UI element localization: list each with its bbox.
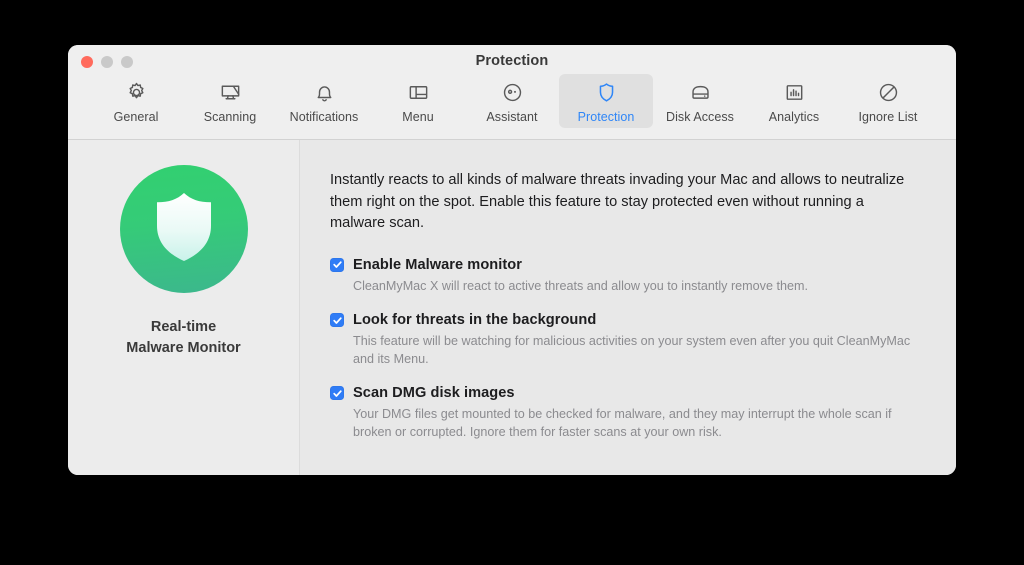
tab-menu[interactable]: Menu: [371, 74, 465, 128]
option-description: CleanMyMac X will react to active threat…: [353, 278, 808, 293]
prohibition-icon: [877, 79, 900, 105]
option-label: Look for threats in the background: [353, 312, 597, 328]
toolbar: General Scanning Notifications Menu Assi…: [68, 74, 956, 128]
content-pane: Instantly reacts to all kinds of malware…: [300, 140, 956, 475]
tab-ignore-list[interactable]: Ignore List: [841, 74, 935, 128]
tab-assistant[interactable]: Assistant: [465, 74, 559, 128]
tab-analytics[interactable]: Analytics: [747, 74, 841, 128]
option-description: This feature will be watching for malici…: [353, 334, 911, 366]
option-enable-malware-monitor: Enable Malware monitor CleanMyMac X will…: [330, 257, 922, 296]
intro-text: Instantly reacts to all kinds of malware…: [330, 172, 905, 231]
option-label: Enable Malware monitor: [353, 256, 522, 273]
monitor-scan-icon: [219, 79, 242, 105]
preferences-window: Protection General Scanning Notification…: [68, 45, 956, 475]
assistant-face-icon: [501, 79, 524, 105]
tab-label: Notifications: [289, 110, 359, 124]
option-scan-dmg-disk-images: Scan DMG disk images Your DMG files get …: [330, 385, 922, 441]
checkbox-look-for-threats-in-background[interactable]: [330, 313, 344, 327]
sidebar: Real-time Malware Monitor: [68, 140, 300, 475]
tab-label: General: [113, 110, 159, 124]
feature-badge: [119, 165, 248, 293]
tab-general[interactable]: General: [89, 74, 183, 128]
bell-icon: [313, 79, 336, 105]
checkbox-scan-dmg-disk-images[interactable]: [330, 386, 344, 400]
gear-icon: [125, 79, 148, 105]
page-title: Protection: [475, 53, 549, 69]
option-row[interactable]: Look for threats in the background: [330, 312, 922, 328]
option-row[interactable]: Scan DMG disk images: [330, 385, 922, 401]
tab-label: Menu: [402, 110, 434, 124]
checkbox-enable-malware-monitor[interactable]: [330, 257, 344, 272]
tab-label: Ignore List: [858, 110, 918, 124]
tab-label: Scanning: [203, 110, 257, 124]
window-body: Real-time Malware Monitor Instantly reac…: [68, 140, 956, 475]
option-row[interactable]: Enable Malware monitor: [330, 257, 922, 273]
feature-title: Real-time Malware Monitor: [126, 319, 241, 356]
hard-drive-icon: [689, 79, 712, 105]
tab-label: Assistant: [486, 110, 538, 124]
tab-notifications[interactable]: Notifications: [277, 74, 371, 128]
option-description: Your DMG files get mounted to be checked…: [353, 407, 892, 439]
window-layout-icon: [407, 79, 430, 105]
option-label: Scan DMG disk images: [353, 385, 515, 401]
bar-chart-icon: [783, 79, 806, 105]
shield-icon: [149, 190, 219, 269]
title-bar: Protection General Scanning Notification…: [68, 45, 956, 140]
tab-label: Analytics: [768, 110, 820, 124]
tab-protection[interactable]: Protection: [559, 74, 653, 128]
option-look-for-threats-in-background: Look for threats in the background This …: [330, 312, 922, 368]
tab-disk-access[interactable]: Disk Access: [653, 74, 747, 128]
tab-label: Protection: [577, 110, 635, 124]
shield-icon: [595, 79, 618, 105]
tab-label: Disk Access: [666, 110, 734, 124]
tab-scanning[interactable]: Scanning: [183, 74, 277, 128]
